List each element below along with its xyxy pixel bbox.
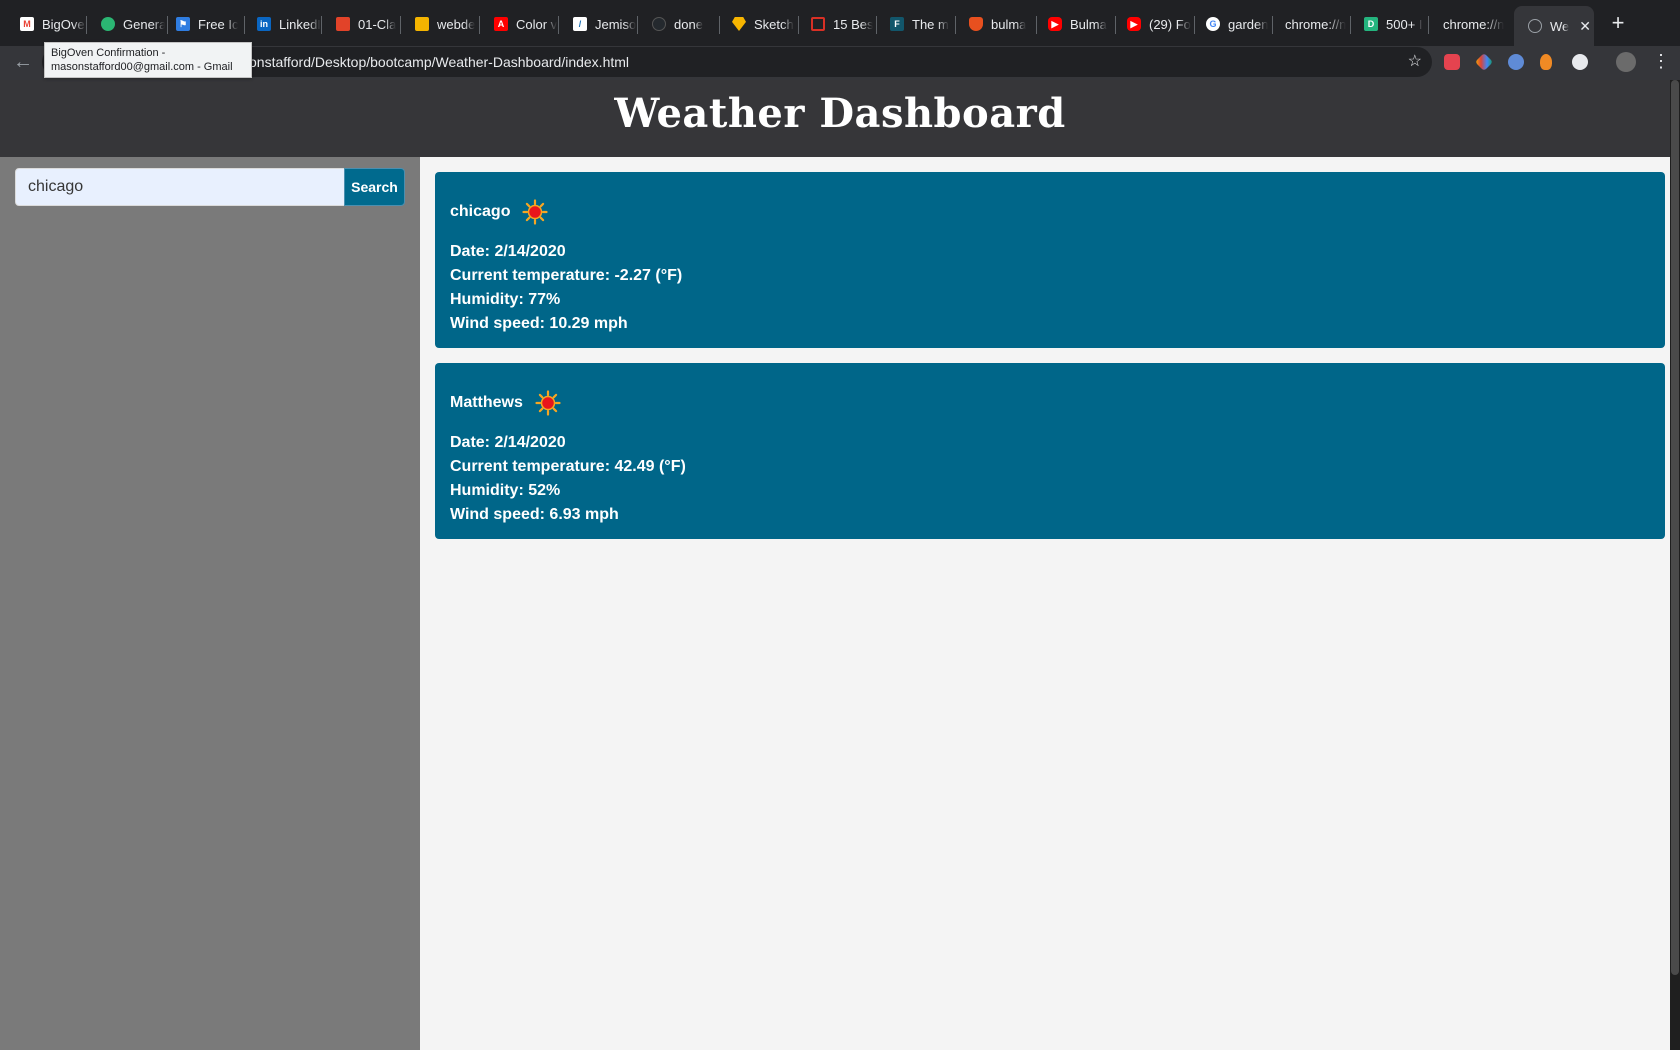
browser-tab[interactable]: 15 Bes	[797, 9, 875, 39]
extension-icon[interactable]	[1540, 54, 1552, 70]
globe-icon	[1528, 19, 1542, 33]
google-icon: G	[1206, 17, 1220, 31]
browser-tab[interactable]: G garden	[1192, 9, 1270, 39]
search-button[interactable]: Search	[344, 168, 405, 206]
vertical-scrollbar[interactable]	[1670, 80, 1680, 1050]
quill-icon: /	[573, 17, 587, 31]
browser-tab[interactable]: Genera	[87, 9, 165, 39]
adobe-icon: A	[494, 17, 508, 31]
linkedin-icon: in	[257, 17, 271, 31]
d-icon: D	[1364, 17, 1378, 31]
weather-cards: chicago Date: 2/14/2020 Current temperat…	[435, 172, 1665, 554]
weather-card: Matthews Date: 2/14/2020 Current tempera…	[435, 363, 1665, 539]
avatar[interactable]	[1616, 52, 1636, 72]
card-wind-speed: Wind speed: 6.93 mph	[450, 506, 619, 523]
browser-tab[interactable]: F The m	[876, 9, 954, 39]
color-picker-icon[interactable]	[1474, 52, 1494, 72]
browser-tab[interactable]: webde	[401, 9, 479, 39]
sun-icon	[522, 199, 549, 225]
youtube-icon: ▶	[1127, 17, 1141, 31]
browser-tab[interactable]: A Color v	[480, 9, 558, 39]
browser-tab[interactable]: Sketch	[718, 9, 796, 39]
url-text[interactable]: sonstafford/Desktop/bootcamp/Weather-Das…	[242, 54, 629, 70]
card-date: Date: 2/14/2020	[450, 434, 566, 451]
browser-tab-active[interactable]: We ✕	[1514, 6, 1594, 46]
browser-tab[interactable]: ▶ Bulma	[1034, 9, 1112, 39]
card-city-name: Matthews	[450, 394, 523, 411]
page-viewport: Weather Dashboard Search chicago	[0, 80, 1680, 1050]
browser-toolbar: ← sonstafford/Desktop/bootcamp/Weather-D…	[0, 46, 1680, 80]
weather-card: chicago Date: 2/14/2020 Current temperat…	[435, 172, 1665, 348]
new-tab-button[interactable]: +	[1606, 12, 1630, 36]
browser-tab[interactable]: 01-Cla	[322, 9, 400, 39]
mail-icon	[811, 17, 825, 31]
youtube-icon: ▶	[1048, 17, 1062, 31]
browser-tab[interactable]: chrome://n	[1429, 9, 1507, 39]
sun-icon	[535, 390, 561, 416]
menu-dots-icon[interactable]: ⋮	[1652, 51, 1670, 72]
back-arrow-icon[interactable]: ←	[10, 50, 36, 76]
browser-tab[interactable]: in LinkedI	[243, 9, 321, 39]
sidebar: Search	[0, 157, 420, 1050]
card-date: Date: 2/14/2020	[450, 243, 566, 260]
generator-icon	[101, 17, 115, 31]
extension-icon[interactable]	[1444, 54, 1460, 70]
bookmark-star-icon[interactable]: ☆	[1408, 51, 1422, 71]
card-temperature: Current temperature: -2.27 (°F)	[450, 267, 683, 284]
gmail-icon: M	[20, 17, 34, 31]
browser-tab[interactable]: D 500+ I	[1350, 9, 1428, 39]
browser-tab[interactable]: M BigOven	[6, 9, 86, 39]
browser-tab[interactable]: chrome://n	[1271, 9, 1349, 39]
card-wind-speed: Wind speed: 10.29 mph	[450, 315, 628, 332]
page-header: Weather Dashboard	[0, 80, 1680, 157]
card-humidity: Humidity: 52%	[450, 482, 561, 499]
slides-icon	[415, 17, 429, 31]
browser-tab[interactable]: done	[638, 9, 716, 39]
extension-icon[interactable]	[1572, 54, 1588, 70]
flag-icon: ⚑	[176, 17, 190, 31]
city-search-input[interactable]	[15, 168, 345, 206]
browser-tab[interactable]: bulma	[955, 9, 1033, 39]
github-icon	[652, 17, 666, 31]
scrollbar-thumb[interactable]	[1671, 80, 1679, 975]
browser-tab[interactable]: ⚑ Free Ic	[162, 9, 240, 39]
card-temperature: Current temperature: 42.49 (°F)	[450, 458, 686, 475]
close-icon[interactable]: ✕	[1579, 18, 1591, 35]
tab-tooltip: BigOven Confirmation - masonstafford00@g…	[44, 42, 252, 78]
gitlab-icon	[336, 17, 350, 31]
sketch-icon	[732, 17, 746, 31]
shield-icon	[969, 17, 983, 31]
extension-icon[interactable]	[1508, 54, 1524, 70]
browser-tab[interactable]: ▶ (29) Fo	[1113, 9, 1191, 39]
browser-tab[interactable]: / Jemiso	[559, 9, 637, 39]
page-title: Weather Dashboard	[614, 90, 1066, 137]
f-icon: F	[890, 17, 904, 31]
card-city-name: chicago	[450, 203, 511, 220]
browser-tab-strip: M BigOven Genera ⚑ Free Ic in LinkedI 01…	[0, 0, 1680, 46]
card-humidity: Humidity: 77%	[450, 291, 561, 308]
